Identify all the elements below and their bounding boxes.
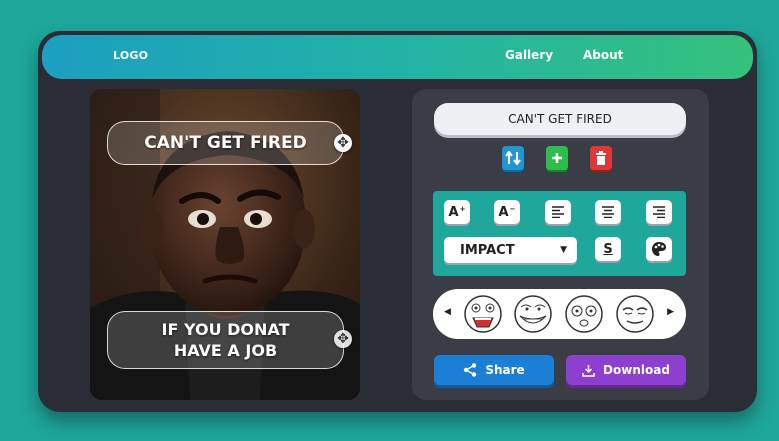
align-center-button[interactable] (595, 200, 621, 224)
meme-canvas: CAN'T GET FIRED ✥ IF YOU DONAT HAVE A JO… (90, 89, 360, 400)
caret-down-icon: ▼ (560, 245, 567, 255)
share-icon (464, 363, 477, 377)
delete-text-button[interactable] (590, 146, 612, 170)
swap-vertical-icon (505, 151, 521, 165)
logo[interactable]: LOGO (113, 49, 148, 62)
font-family-select[interactable]: IMPACT ▼ (444, 237, 577, 263)
meme-top-text-label: CAN'T GET FIRED (144, 133, 307, 153)
swap-text-button[interactable] (502, 146, 524, 170)
move-handle-icon[interactable]: ✥ (334, 134, 352, 152)
meme-face-carousel: ◀ ▶ (433, 289, 686, 339)
meme-text-input[interactable] (434, 103, 686, 135)
decrease-font-label: A (498, 204, 509, 220)
color-palette-button[interactable] (646, 237, 672, 261)
decrease-font-size-button[interactable]: A − (494, 200, 520, 224)
meme-generator-app: LOGO Gallery About CAN'T GET FIRED ✥ IF … (38, 31, 757, 412)
meme-bottom-text-line-2: HAVE A JOB (173, 341, 278, 360)
nav-link-gallery[interactable]: Gallery (505, 48, 553, 62)
nav-link-about[interactable]: About (583, 48, 623, 62)
palette-icon (652, 242, 666, 256)
align-left-icon (552, 206, 564, 218)
align-left-button[interactable] (545, 200, 571, 224)
navbar: LOGO Gallery About (42, 35, 753, 79)
shocked-face-icon[interactable] (564, 294, 604, 334)
underline-stroke-button[interactable]: S (595, 237, 621, 261)
increase-font-label: A (448, 204, 459, 220)
trash-icon (596, 151, 606, 165)
download-button[interactable]: Download (566, 355, 686, 385)
add-text-button[interactable] (546, 146, 568, 170)
move-handle-icon[interactable]: ✥ (334, 330, 352, 348)
align-right-button[interactable] (646, 200, 672, 224)
text-format-toolbar: A + A − IMPACT ▼ S (433, 191, 686, 276)
control-panel: A+ A− IMPACT ▼ (412, 89, 709, 400)
troll-face-icon[interactable] (513, 294, 553, 334)
align-right-icon (653, 206, 665, 218)
meme-top-text[interactable]: CAN'T GET FIRED (107, 121, 344, 165)
arrow-right-icon[interactable]: ▶ (667, 307, 674, 317)
font-select-value: IMPACT (460, 242, 515, 258)
align-center-icon (602, 206, 614, 218)
meme-bottom-text[interactable]: IF YOU DONAT HAVE A JOB (107, 311, 344, 369)
underline-label: S (603, 241, 613, 257)
arrow-left-icon[interactable]: ◀ (444, 307, 451, 317)
share-button[interactable]: Share (434, 355, 554, 385)
share-label: Share (485, 363, 525, 377)
download-label: Download (603, 363, 670, 377)
download-icon (582, 364, 595, 377)
plus-icon (552, 153, 562, 163)
increase-font-size-button[interactable]: A + (444, 200, 470, 224)
relieved-face-icon[interactable] (615, 294, 655, 334)
meme-bottom-text-line-1: IF YOU DONAT (161, 320, 290, 339)
rage-face-icon[interactable] (463, 294, 503, 334)
